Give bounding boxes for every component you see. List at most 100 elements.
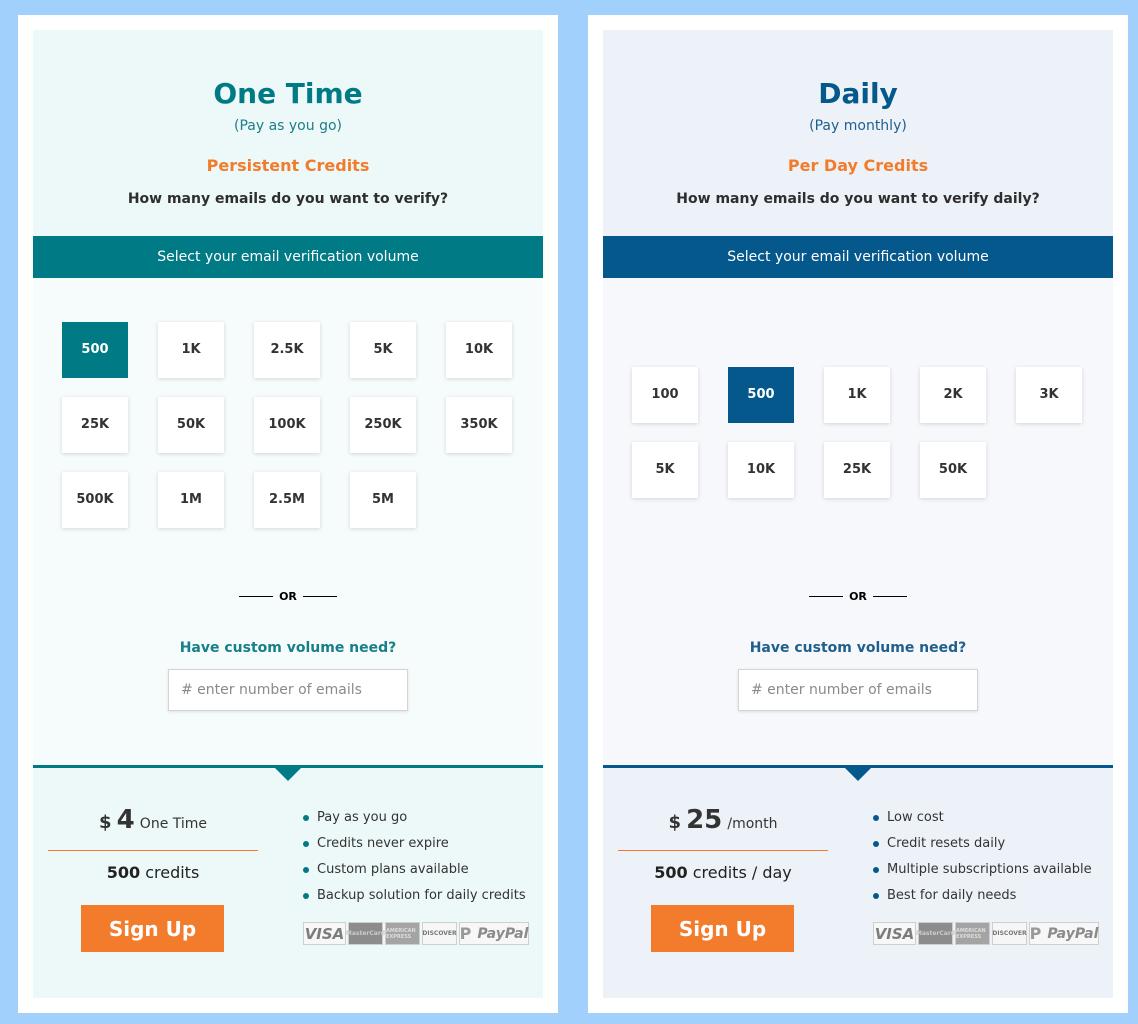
pointer-arrow-icon: [844, 767, 872, 781]
volume-option-5k[interactable]: 5K: [632, 442, 698, 498]
visa-logo-icon: VISA: [873, 922, 916, 945]
divider-line: [809, 596, 844, 597]
feature-item: Credit resets daily: [871, 831, 1092, 857]
volume-option-5m[interactable]: 5M: [350, 472, 416, 528]
volume-question: How many emails do you want to verify da…: [676, 191, 1040, 207]
volume-option-50k[interactable]: 50K: [158, 397, 224, 453]
custom-volume-input[interactable]: [738, 669, 978, 711]
volume-selector-bar: Select your email verification volume: [33, 236, 543, 278]
volume-option-1k[interactable]: 1K: [824, 367, 890, 423]
custom-volume-input[interactable]: [168, 669, 408, 711]
custom-volume-label: Have custom volume need?: [179, 640, 397, 656]
payment-methods: VISA MasterCard AMERICAN EXPRESS DISCOVE…: [873, 922, 1099, 945]
feature-item: Best for daily needs: [871, 883, 1092, 909]
volume-option-10k[interactable]: 10K: [446, 322, 512, 378]
price-amount: 25: [686, 805, 723, 835]
currency-symbol: $: [98, 812, 112, 833]
sign-up-button[interactable]: Sign Up: [651, 905, 794, 952]
volume-option-100k[interactable]: 100K: [254, 397, 320, 453]
volume-option-2-5m[interactable]: 2.5M: [254, 472, 320, 528]
plan-subtitle: (Pay monthly): [809, 118, 907, 134]
pointer-arrow-icon: [274, 767, 302, 781]
price-divider: [48, 850, 258, 851]
paypal-text: PayPal: [1047, 925, 1099, 942]
discover-logo-icon: DISCOVER: [422, 922, 457, 945]
price-divider: [618, 850, 828, 851]
volume-option-500k[interactable]: 500K: [62, 472, 128, 528]
or-text: OR: [849, 590, 867, 603]
volume-option-5k[interactable]: 5K: [350, 322, 416, 378]
paypal-p-icon: P: [459, 924, 472, 943]
visa-logo-icon: VISA: [303, 922, 346, 945]
feature-item: Backup solution for daily credits: [301, 883, 526, 909]
mastercard-logo-icon: MasterCard: [346, 922, 385, 945]
volume-option-250k[interactable]: 250K: [350, 397, 416, 453]
volume-option-1k[interactable]: 1K: [158, 322, 224, 378]
currency-symbol: $: [668, 812, 681, 833]
daily-plan-card: Daily (Pay monthly) Per Day Credits How …: [588, 15, 1128, 1013]
feature-list: Low cost Credit resets daily Multiple su…: [871, 805, 1092, 909]
amex-logo-icon: AMERICAN EXPRESS: [385, 922, 420, 945]
volume-options-grid: 500 1K 2.5K 5K 10K 25K 50K 100K 250K 350K 500K 1M 2.…: [62, 322, 512, 528]
feature-item: Multiple subscriptions available: [871, 857, 1092, 883]
payment-methods: VISA MasterCard AMERICAN EXPRESS DISCOVE…: [303, 922, 529, 945]
volume-option-2-5k[interactable]: 2.5K: [254, 322, 320, 378]
one-time-plan-card: One Time (Pay as you go) Persistent Cred…: [18, 15, 558, 1013]
amex-logo-icon: AMERICAN EXPRESS: [955, 922, 990, 945]
plan-header: Daily (Pay monthly) Per Day Credits How …: [603, 30, 1113, 236]
volume-option-50k[interactable]: 50K: [920, 442, 986, 498]
volume-option-25k[interactable]: 25K: [824, 442, 890, 498]
credit-type-label: Per Day Credits: [787, 156, 929, 175]
credits-count: 500: [106, 863, 141, 882]
credits-unit: credits: [145, 863, 200, 882]
plan-summary: $ 4 One Time 500 credits Sign Up Pay as …: [33, 765, 543, 998]
paypal-logo-icon: P PayPal: [1029, 922, 1099, 945]
price-display: $ 4 One Time: [48, 805, 258, 835]
divider-line: [872, 596, 907, 597]
paypal-text: PayPal: [477, 925, 529, 942]
credits-count: 500: [654, 863, 688, 882]
or-divider: OR: [603, 590, 1113, 603]
plan-title: Daily: [818, 77, 898, 110]
credit-type-label: Persistent Credits: [206, 156, 370, 175]
volume-option-25k[interactable]: 25K: [62, 397, 128, 453]
divider-line: [302, 596, 337, 597]
price-period: One Time: [139, 816, 208, 832]
feature-item: Credits never expire: [301, 831, 526, 857]
mastercard-logo-icon: MasterCard: [916, 922, 955, 945]
volume-selection-area: 100 500 1K 2K 3K 5K 10K 25K 50K OR Have custom v…: [603, 278, 1113, 765]
credits-display: 500 credits / day: [618, 863, 828, 882]
volume-option-350k[interactable]: 350K: [446, 397, 512, 453]
plan-subtitle: (Pay as you go): [233, 118, 342, 134]
volume-option-2k[interactable]: 2K: [920, 367, 986, 423]
credits-unit: credits / day: [692, 863, 792, 882]
price-display: $ 25 /month: [618, 805, 828, 835]
sign-up-button[interactable]: Sign Up: [81, 905, 224, 952]
discover-logo-icon: DISCOVER: [992, 922, 1027, 945]
volume-question: How many emails do you want to verify?: [127, 191, 449, 207]
one-time-plan-panel: One Time (Pay as you go) Persistent Cred…: [33, 30, 543, 998]
or-text: OR: [279, 590, 297, 603]
feature-item: Low cost: [871, 805, 1092, 831]
plan-header: One Time (Pay as you go) Persistent Cred…: [33, 30, 543, 236]
volume-option-100[interactable]: 100: [632, 367, 698, 423]
volume-option-500[interactable]: 500: [728, 367, 794, 423]
volume-option-3k[interactable]: 3K: [1016, 367, 1082, 423]
price-amount: 4: [116, 805, 135, 835]
volume-option-500[interactable]: 500: [62, 322, 128, 378]
price-period: /month: [727, 816, 778, 832]
custom-volume-label: Have custom volume need?: [749, 640, 967, 656]
volume-selector-bar: Select your email verification volume: [603, 236, 1113, 278]
daily-plan-panel: Daily (Pay monthly) Per Day Credits How …: [603, 30, 1113, 998]
or-divider: OR: [33, 590, 543, 603]
paypal-p-icon: P: [1029, 924, 1042, 943]
divider-line: [239, 596, 274, 597]
paypal-logo-icon: P PayPal: [459, 922, 529, 945]
feature-item: Custom plans available: [301, 857, 526, 883]
feature-list: Pay as you go Credits never expire Custo…: [301, 805, 526, 909]
volume-option-10k[interactable]: 10K: [728, 442, 794, 498]
plan-title: One Time: [213, 77, 363, 110]
volume-options-grid: 100 500 1K 2K 3K 5K 10K 25K 50K: [632, 367, 1082, 498]
volume-selection-area: 500 1K 2.5K 5K 10K 25K 50K 100K 250K 350K 500K 1M 2.…: [33, 278, 543, 765]
volume-option-1m[interactable]: 1M: [158, 472, 224, 528]
